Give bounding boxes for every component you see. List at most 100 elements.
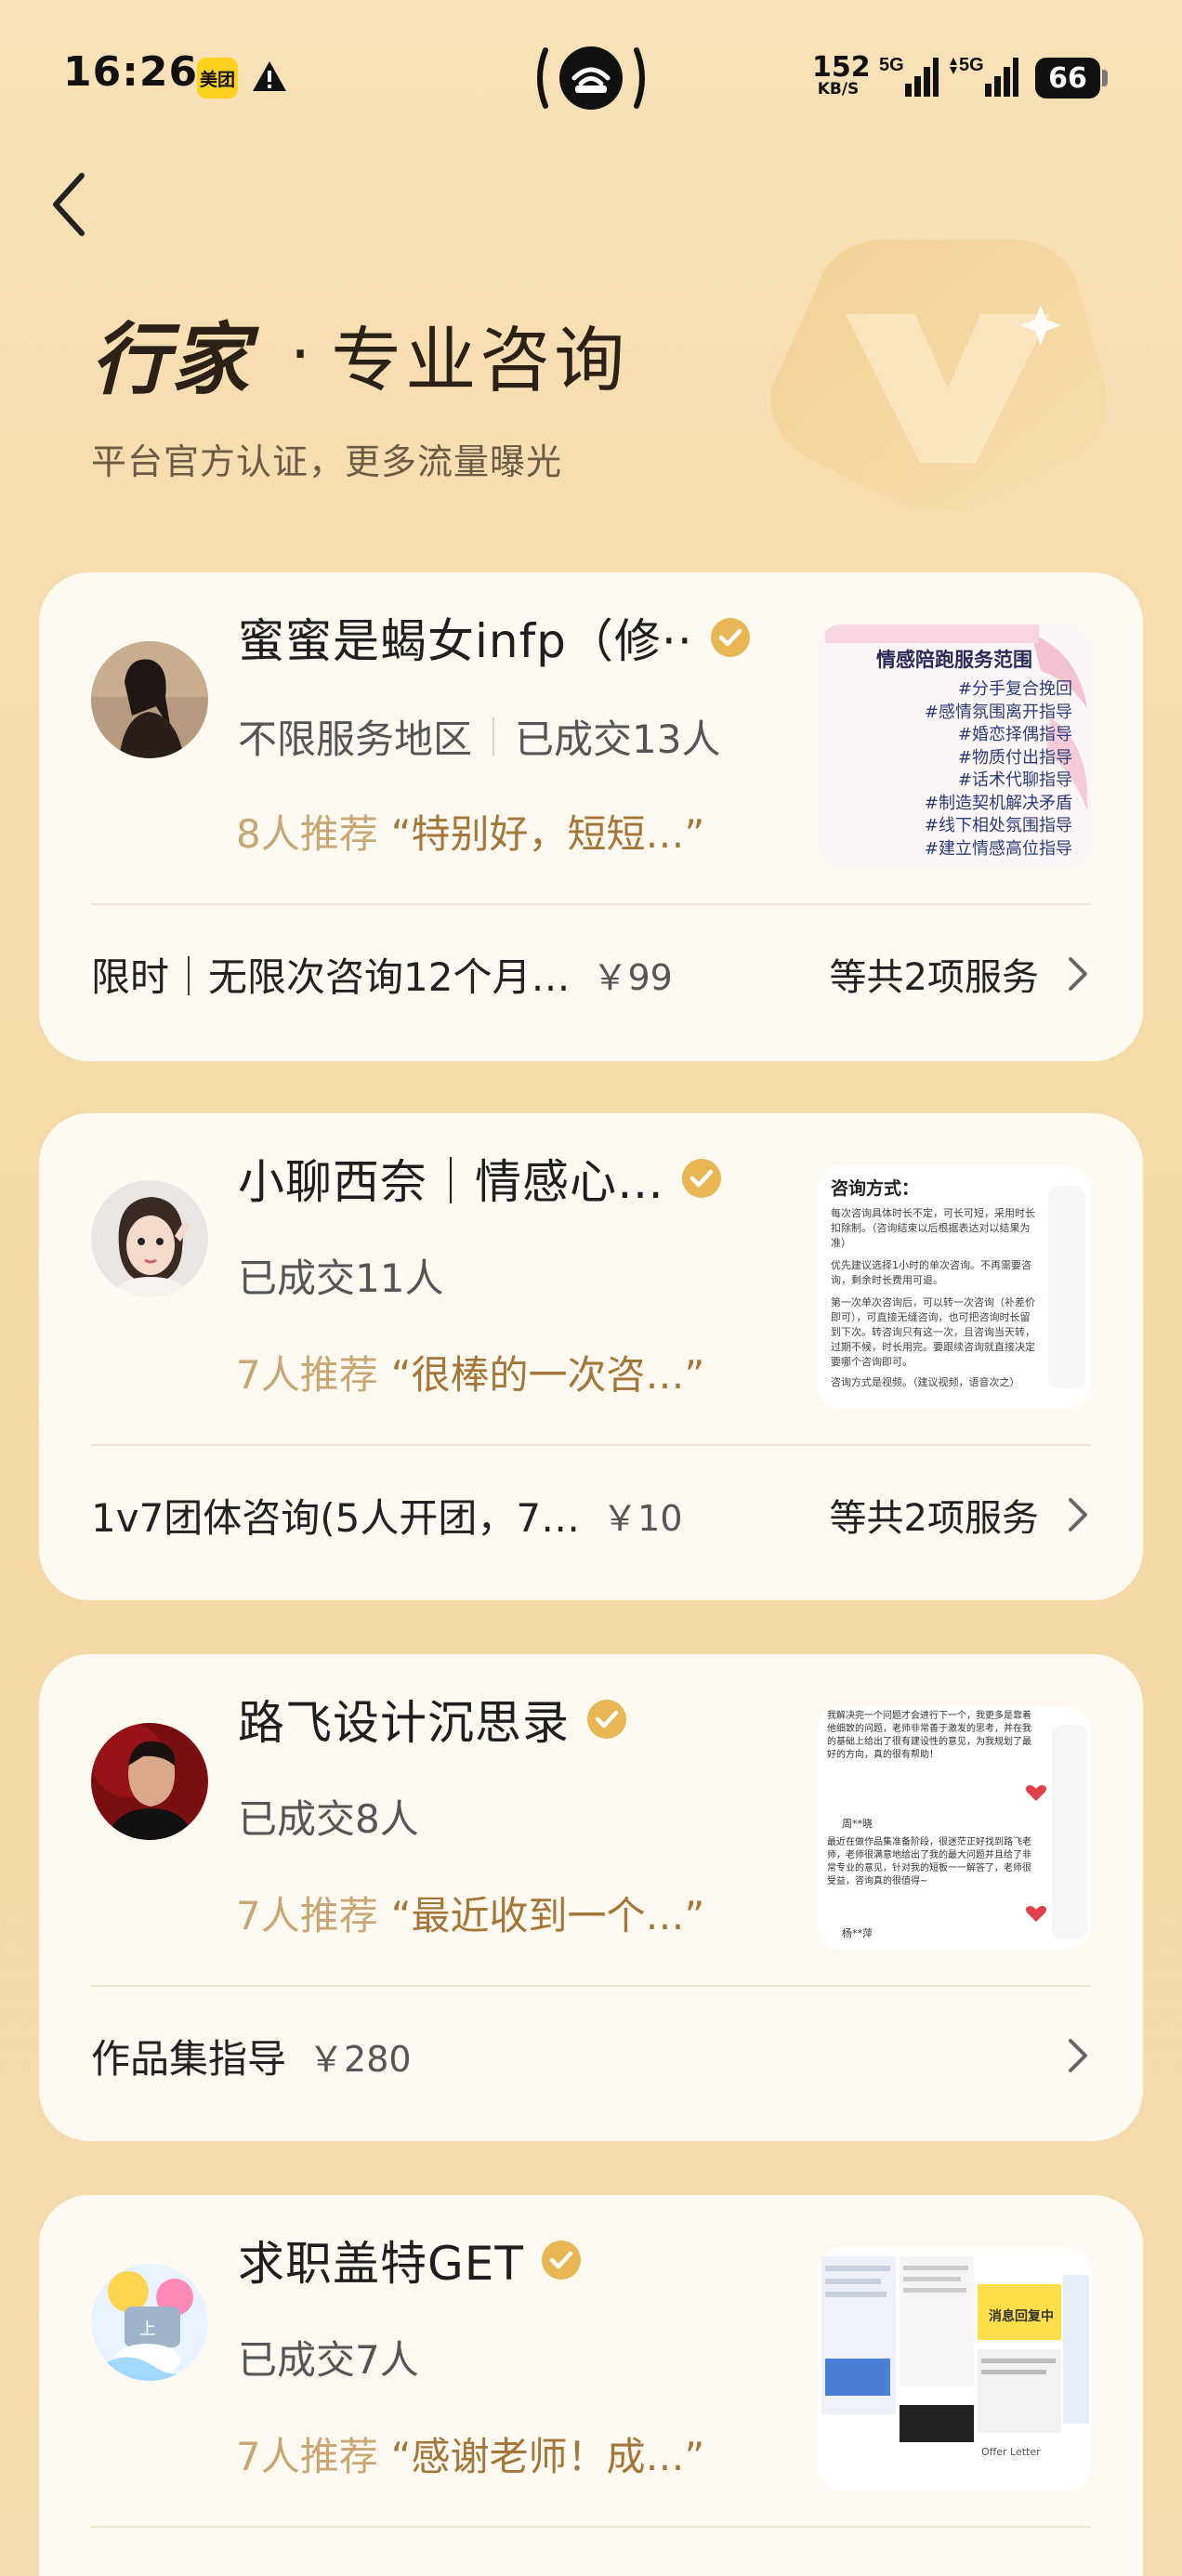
service-row[interactable]: 作品集指导 ￥280 <box>91 2018 1091 2093</box>
network-speed-value: 152 <box>812 51 871 84</box>
signal1-label: 5G <box>879 55 904 75</box>
recommend-count: 7人推荐 <box>236 1352 378 1398</box>
recommend-quote: “最近收到一个…” <box>390 1893 705 1939</box>
more-services-link[interactable]: 等共2项服务 <box>830 947 1091 1001</box>
deals-count: 已成交13人 <box>515 716 721 762</box>
deals-count: 已成交7人 <box>238 2337 419 2383</box>
preview-title: 情感陪跑服务范围 <box>876 649 1032 671</box>
expert-card[interactable]: 上 求职盖特GET 已成交7人 7人推荐 “感谢老师！成…” 消息回复中 Off… <box>39 2195 1143 2576</box>
preview-line: 询，剩余时长费用可退。 <box>831 1274 943 1286</box>
expert-meta: 已成交8人 <box>238 1788 419 1845</box>
preview-title: 咨询方式： <box>831 1178 920 1199</box>
verified-badge-icon <box>541 2241 581 2280</box>
verified-v-logo-icon <box>770 240 1107 509</box>
preview-line: 即可），可直接无缝咨询，也可把咨询时长留 <box>831 1311 1031 1323</box>
title-main: 专业咨询 <box>331 318 629 401</box>
network-speed-unit: KB/S <box>817 80 860 99</box>
service-region: 不限服务地区 <box>238 716 473 762</box>
preview-comment: 我解决完一个问题才会进行下一个，我更多是靠着他细致的问题，老师非常善于激发的思考… <box>827 1711 1031 1760</box>
chevron-right-icon[interactable] <box>1063 2035 1091 2076</box>
preview-side-page <box>1052 1725 1087 1939</box>
more-services-label: 等共2项服务 <box>829 1497 1039 1540</box>
heart-icon <box>1026 1785 1046 1801</box>
service-row[interactable]: 1v7团体咨询(5人开团，7… ￥10 等共2项服务 <box>91 1478 1091 1552</box>
preview-line: 优先建议选择1小时的单次咨询。不再需要咨 <box>831 1259 1031 1271</box>
network-speed: 152 KB/S <box>812 51 871 99</box>
recommendation: 8人推荐 “特别好，短短…” <box>236 803 704 860</box>
deals-count: 已成交11人 <box>238 1255 444 1301</box>
preview-text: 每次咨询具体时长不定，可长可短，采用时长 扣除制。（咨询结束以后根据表达对以结果… <box>831 1206 1044 1390</box>
status-bar: 16:26 美团 152 KB/S 5G 5G 66 <box>0 0 1182 158</box>
warning-icon <box>253 61 286 91</box>
preview-tag: #话术代聊指导 <box>957 770 1072 790</box>
expert-name: 求职盖特GET <box>238 2237 524 2291</box>
recommend-count: 8人推荐 <box>236 811 378 857</box>
heart-icon <box>1026 1906 1046 1922</box>
service-price: ￥10 <box>602 1497 683 1539</box>
preview-line: 准） <box>831 1237 851 1249</box>
preview-tag: #分手复合挽回 <box>957 679 1072 699</box>
recommendation: 7人推荐 “感谢老师！成…” <box>236 2425 704 2482</box>
preview-graphic <box>818 2247 1091 2491</box>
preview-line: 第一次单次咨询后，可以转一次咨询（补差价 <box>831 1296 1035 1308</box>
card-divider <box>91 903 1091 905</box>
recommend-quote: “特别好，短短…” <box>390 811 705 857</box>
preview-line: 每次咨询具体时长不定，可长可短，采用时长 <box>831 1207 1035 1219</box>
service-preview-image[interactable]: 我解决完一个问题才会进行下一个，我更多是靠着他细致的问题，老师非常善于激发的思考… <box>818 1706 1091 1950</box>
preview-comment: 最近在做作品集准备阶段，很迷茫正好找到路飞老师，老师很满意地给出了我的最大问题并… <box>827 1837 1031 1886</box>
service-name: 限时｜无限次咨询12个月… <box>91 953 571 1000</box>
service-preview-image[interactable]: 情感陪跑服务范围 #分手复合挽回 #感情氛围离开指导 #婚恋择偶指导 #物质付出… <box>818 624 1091 868</box>
hotspot-indicator-icon <box>537 46 645 110</box>
recommend-count: 7人推荐 <box>236 1893 378 1939</box>
page-subtitle: 平台官方认证，更多流量曝光 <box>91 441 563 482</box>
deals-count: 已成交8人 <box>238 1796 419 1842</box>
more-services-label: 等共2项服务 <box>829 956 1039 999</box>
preview-tag: #婚恋择偶指导 <box>957 725 1072 744</box>
expert-meta: 不限服务地区 已成交13人 <box>238 708 720 765</box>
expert-name: 小聊西奈｜情感心… <box>238 1155 664 1209</box>
avatar-photo <box>91 1180 208 1297</box>
chevron-right-icon <box>1069 957 1087 991</box>
service-preview-image[interactable]: 消息回复中 Offer Letter <box>818 2247 1091 2491</box>
back-button[interactable] <box>41 167 97 242</box>
avatar-photo <box>91 641 208 758</box>
preview-line: 扣除制。（咨询结束以后根据表达对以结果为 <box>831 1222 1031 1234</box>
expert-card[interactable]: 路飞设计沉思录 已成交8人 7人推荐 “最近收到一个…” 我解决完一个问题才会进行… <box>39 1654 1143 2141</box>
preview-caption: Offer Letter <box>981 2446 1041 2458</box>
expert-meta: 已成交7人 <box>238 2329 419 2385</box>
chevron-right-icon <box>1069 1498 1087 1531</box>
service-name: 1v7团体咨询(5人开团，7… <box>91 1494 581 1541</box>
avatar-photo: 上 <box>91 2264 208 2381</box>
verified-badge-icon <box>587 1700 626 1739</box>
preview-line: 过期不候，时长用完。要跟续咨询就直接决定 <box>831 1341 1035 1353</box>
expert-card[interactable]: 蜜蜜是蝎女infp（修·· 不限服务地区 已成交13人 8人推荐 “特别好，短短…… <box>39 572 1143 1061</box>
more-services-link[interactable]: 等共2项服务 <box>830 1488 1091 1542</box>
verified-badge-icon <box>682 1159 721 1198</box>
card-divider <box>91 1444 1091 1446</box>
avatar[interactable] <box>91 1723 208 1840</box>
preview-tag: #线下相处氛围指导 <box>924 816 1072 835</box>
service-preview-image[interactable]: 咨询方式： 每次咨询具体时长不定，可长可短，采用时长 扣除制。（咨询结束以后根据… <box>818 1165 1091 1409</box>
service-row[interactable]: 限时｜无限次咨询12个月… ￥99 等共2项服务 <box>91 937 1091 1011</box>
avatar[interactable] <box>91 641 208 758</box>
recommend-count: 7人推荐 <box>236 2434 378 2479</box>
preview-tag: #感情氛围离开指导 <box>924 702 1072 722</box>
meta-divider <box>492 716 495 756</box>
card-divider <box>91 1985 1091 1987</box>
signal2-label: 5G <box>959 55 984 75</box>
preview-tag: #制造契机解决矛盾 <box>924 793 1072 813</box>
preview-line: 要哪个咨询即可。 <box>831 1356 913 1368</box>
expert-name: 蜜蜜是蝎女infp（修·· <box>238 614 693 668</box>
service-price: ￥280 <box>309 2038 412 2080</box>
expert-card[interactable]: 小聊西奈｜情感心… 已成交11人 7人推荐 “很棒的一次咨…” 咨询方式： 每次咨… <box>39 1113 1143 1600</box>
avatar[interactable]: 上 <box>91 2264 208 2381</box>
expert-name-row: 求职盖特GET <box>238 2227 582 2293</box>
avatar[interactable] <box>91 1180 208 1297</box>
preview-user: 杨**萍 <box>842 1927 873 1939</box>
page-title: 行家 · 专业咨询 <box>91 297 628 410</box>
svg-text:上: 上 <box>139 2320 156 2339</box>
preview-tag: #建立情感高位指导 <box>924 838 1072 859</box>
service-price: ￥99 <box>592 956 673 998</box>
recommend-quote: “感谢老师！成…” <box>390 2434 705 2479</box>
expert-name-row: 蜜蜜是蝎女infp（修·· <box>238 604 751 671</box>
